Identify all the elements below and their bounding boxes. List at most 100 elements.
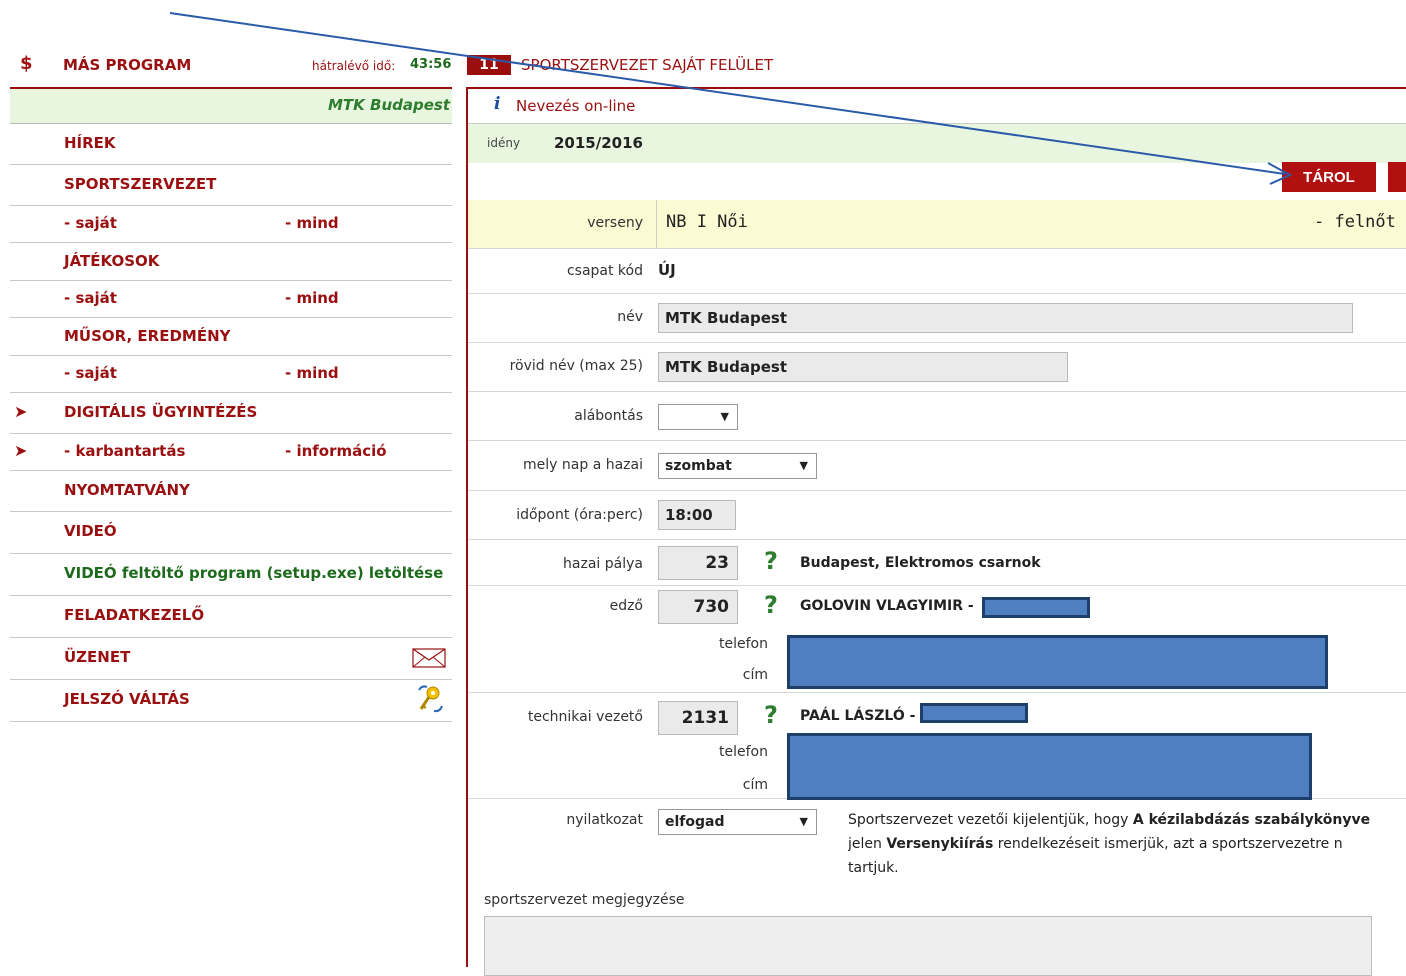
- short-name-input[interactable]: MTK Budapest: [658, 352, 1068, 382]
- sidebar-item-label[interactable]: MŰSOR, EREDMÉNY: [64, 318, 231, 354]
- sidebar-subitem-digital-admin: ➤ - karbantartás - információ: [10, 434, 452, 471]
- save-extra-button[interactable]: [1388, 162, 1406, 192]
- short-name-label: rövid név (max 25): [509, 358, 643, 374]
- sidebar-item-video-uploader[interactable]: VIDEÓ feltöltő program (setup.exe) letöl…: [10, 554, 452, 596]
- team-code-row: csapat kód ÚJ: [468, 249, 1406, 294]
- home-day-value: szombat: [665, 458, 732, 474]
- technical-leader-phone-label: telefon: [719, 744, 768, 760]
- home-day-row: mely nap a hazai szombat ▼: [468, 441, 1406, 491]
- declaration-select[interactable]: elfogad ▼: [658, 809, 817, 835]
- sidebar-item-forms[interactable]: NYOMTATVÁNY: [10, 471, 452, 512]
- sidebar-item-digital-admin[interactable]: ➤ DIGITÁLIS ÜGYINTÉZÉS: [10, 393, 452, 434]
- help-question-icon[interactable]: ?: [764, 547, 778, 575]
- sidebar-subitem-schedule: - saját - mind: [10, 356, 452, 393]
- info-icon[interactable]: i: [494, 94, 500, 114]
- help-question-icon[interactable]: ?: [764, 591, 778, 619]
- top-bar: $ MÁS PROGRAM hátralévő idő: 43:56 11 SP…: [0, 0, 1406, 88]
- panel-header: i Nevezés on-line: [468, 89, 1406, 124]
- season-label: idény: [487, 136, 521, 150]
- sidebar-item-password-change[interactable]: JELSZÓ VÁLTÁS: [10, 680, 452, 722]
- sidebar-item-label[interactable]: JÁTÉKOSOK: [64, 243, 159, 279]
- season-value: 2015/2016: [554, 134, 643, 152]
- sidebar-item-label[interactable]: SPORTSZERVEZET: [64, 165, 216, 203]
- divider: [656, 200, 657, 248]
- sidebar-item-message[interactable]: ÜZENET: [10, 638, 452, 680]
- sidebar-link-own[interactable]: - saját: [64, 356, 117, 390]
- remaining-time-value: 43:56: [410, 57, 452, 72]
- declaration-text-part: jelen: [848, 836, 887, 852]
- sidebar-link-information[interactable]: - információ: [285, 434, 387, 468]
- declaration-line-2: jelen Versenykiírás rendelkezéseit ismer…: [848, 832, 1406, 856]
- notes-textarea[interactable]: [484, 916, 1372, 976]
- declaration-text: Sportszervezet vezetői kijelentjük, hogy…: [848, 808, 1406, 880]
- time-row: időpont (óra:perc) 18:00: [468, 491, 1406, 540]
- redacted-block: [920, 703, 1028, 723]
- sidebar: MTK Budapest HÍREK SPORTSZERVEZET - sajá…: [10, 87, 452, 722]
- name-label: név: [617, 309, 643, 325]
- sidebar-item-label[interactable]: HÍREK: [64, 124, 116, 162]
- sidebar-link-maintenance[interactable]: - karbantartás: [64, 434, 185, 468]
- technical-leader-label: technikai vezető: [527, 709, 643, 725]
- sidebar-link-all[interactable]: - mind: [285, 356, 339, 390]
- team-code-value: ÚJ: [658, 261, 676, 279]
- remaining-time-label: hátralévő idő:: [312, 59, 396, 73]
- coach-row: edző 730 ? GOLOVIN VLAGYIMIR - telefon c…: [468, 586, 1406, 693]
- sidebar-item-players[interactable]: JÁTÉKOSOK: [10, 243, 452, 281]
- declaration-label: nyilatkozat: [566, 812, 643, 828]
- sidebar-item-label[interactable]: NYOMTATVÁNY: [64, 471, 190, 509]
- time-input[interactable]: 18:00: [658, 500, 736, 530]
- dollar-swap-icon[interactable]: $: [20, 53, 33, 74]
- sidebar-item-schedule[interactable]: MŰSOR, EREDMÉNY: [10, 318, 452, 356]
- sidebar-subitem-sports-org: - saját - mind: [10, 206, 452, 243]
- venue-code-input[interactable]: 23: [658, 546, 738, 580]
- coach-phone-label: telefon: [719, 636, 768, 652]
- sidebar-item-label[interactable]: VIDEÓ: [64, 512, 117, 550]
- season-row: idény 2015/2016: [468, 124, 1406, 163]
- sidebar-item-sports-org[interactable]: SPORTSZERVEZET: [10, 165, 452, 206]
- notes-label: sportszervezet megjegyzése: [484, 892, 685, 908]
- declaration-value: elfogad: [665, 814, 725, 830]
- sidebar-item-video[interactable]: VIDEÓ: [10, 512, 452, 554]
- coach-address-label: cím: [742, 667, 768, 683]
- page-number-badge: 11: [467, 55, 511, 75]
- subdivision-row: alábontás ▼: [468, 392, 1406, 441]
- sidebar-item-label[interactable]: ÜZENET: [64, 638, 130, 676]
- sidebar-link-own[interactable]: - saját: [64, 206, 117, 240]
- sidebar-item-label[interactable]: DIGITÁLIS ÜGYINTÉZÉS: [64, 393, 257, 431]
- save-button[interactable]: TÁROL: [1282, 162, 1376, 192]
- help-question-icon[interactable]: ?: [764, 701, 778, 729]
- club-name: MTK Budapest: [10, 87, 452, 124]
- subdivision-select[interactable]: ▼: [658, 404, 738, 430]
- name-input[interactable]: MTK Budapest: [658, 303, 1353, 333]
- name-row: név MTK Budapest: [468, 294, 1406, 343]
- other-program-link[interactable]: MÁS PROGRAM: [63, 56, 191, 74]
- technical-leader-code-input[interactable]: 2131: [658, 701, 738, 735]
- coach-label: edző: [609, 598, 643, 614]
- venue-label: hazai pálya: [563, 556, 643, 572]
- redacted-block: [787, 733, 1312, 800]
- coach-code-input[interactable]: 730: [658, 590, 738, 624]
- venue-row: hazai pálya 23 ? Budapest, Elektromos cs…: [468, 540, 1406, 586]
- competition-value: NB I Női: [666, 212, 748, 232]
- sidebar-link-all[interactable]: - mind: [285, 206, 339, 240]
- home-day-select[interactable]: szombat ▼: [658, 453, 817, 479]
- sidebar-item-label[interactable]: FELADATKEZELŐ: [64, 596, 204, 634]
- sidebar-link-all[interactable]: - mind: [285, 281, 339, 315]
- panel-title: Nevezés on-line: [516, 97, 636, 115]
- declaration-line-1: Sportszervezet vezetői kijelentjük, hogy…: [848, 808, 1406, 832]
- sidebar-item-task-manager[interactable]: FELADATKEZELŐ: [10, 596, 452, 638]
- coach-name: GOLOVIN VLAGYIMIR -: [800, 598, 974, 614]
- sidebar-item-news[interactable]: HÍREK: [10, 124, 452, 165]
- sidebar-item-label[interactable]: JELSZÓ VÁLTÁS: [64, 680, 190, 718]
- technical-leader-name: PAÁL LÁSZLÓ -: [800, 708, 916, 724]
- page-title: SPORTSZERVEZET SAJÁT FELÜLET: [521, 56, 774, 74]
- chevron-down-icon: ▼: [720, 410, 729, 423]
- envelope-icon[interactable]: [412, 648, 446, 668]
- sidebar-link-own[interactable]: - saját: [64, 281, 117, 315]
- keys-icon[interactable]: [416, 684, 444, 714]
- competition-category: - felnőt: [1314, 212, 1396, 232]
- declaration-text-part: Sportszervezet vezetői kijelentjük, hogy: [848, 812, 1133, 828]
- time-label: időpont (óra:perc): [516, 507, 643, 523]
- sidebar-item-label[interactable]: VIDEÓ feltöltő program (setup.exe) letöl…: [64, 554, 443, 592]
- home-day-label: mely nap a hazai: [523, 457, 643, 473]
